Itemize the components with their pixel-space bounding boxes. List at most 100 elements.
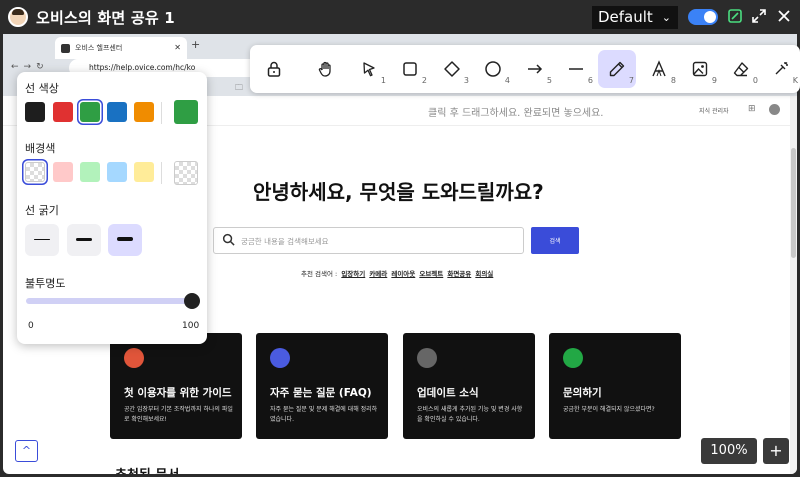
divider [161,102,162,124]
card-contact[interactable]: 문의하기 궁금한 부분이 해결되지 않으셨다면? [549,333,681,439]
stroke-width-thin[interactable] [25,224,59,256]
chevron-down-icon: ⌄ [661,11,671,24]
search-box[interactable] [213,227,524,254]
keyword-link[interactable]: 레이아웃 [391,270,415,278]
keyword-link[interactable]: 카메라 [369,270,387,278]
zoom-in-button[interactable]: + [763,438,789,464]
opacity-min: 0 [28,321,34,331]
width-label: 선 굵기 [25,204,59,217]
arrow-icon [528,64,543,74]
line-icon [569,68,583,70]
card-title: 문의하기 [563,387,602,399]
scrollbar-thumb[interactable] [791,148,796,258]
stroke-width-medium[interactable] [67,224,101,256]
keyword-link[interactable]: 입장하기 [341,270,365,278]
stroke-swatch-green[interactable] [80,102,100,122]
preset-dropdown[interactable]: Default ⌄ [592,6,678,29]
stroke-swatch-black[interactable] [25,102,45,122]
window-title: 오비스의 화면 공유 1 [36,9,175,27]
news-icon [417,348,437,368]
search-button[interactable]: 검색 [531,227,579,254]
keyword-link[interactable]: 오브젝트 [419,270,443,278]
tool-eraser[interactable]: 0 [722,50,760,88]
tool-pencil[interactable]: 7 [598,50,636,88]
image-icon [692,61,708,77]
hand-icon [318,61,331,77]
search-input[interactable] [241,232,511,250]
tool-diamond[interactable]: 3 [433,50,471,88]
card-desc: 공간 입장부터 기본 조작법까지 하나의 파일로 확인해보세요! [124,406,233,423]
tool-laser[interactable]: K [762,50,800,88]
tool-rectangle[interactable]: 2 [391,50,429,88]
tool-line[interactable]: 6 [557,50,595,88]
tool-arrow[interactable]: 5 [516,50,554,88]
lightbulb-icon [270,348,290,368]
bg-swatch-blue[interactable] [107,162,127,182]
card-desc: 자주 묻는 질문 및 문제 해결에 대해 정리하였습니다. [270,406,378,423]
bg-swatch-yellow[interactable] [134,162,154,182]
popular-label: 추천 검색어 : [301,270,338,278]
url-text: https://help.ovice.com/hc/ko [89,63,196,72]
opacity-max: 100 [182,321,200,331]
section-title: 추천된 문서 [115,464,179,474]
ellipse-icon [485,61,501,77]
pencil-icon [609,61,625,77]
tool-image[interactable]: 9 [681,50,719,88]
opacity-slider[interactable] [26,293,200,309]
divider [161,162,162,184]
bg-swatch-green[interactable] [80,162,100,182]
stroke-width-thick[interactable] [108,224,142,256]
stroke-swatch-blue[interactable] [107,102,127,122]
bg-swatch-pink[interactable] [53,162,73,182]
card-title: 첫 이용자를 위한 가이드 [124,387,232,399]
scrollbar[interactable] [790,96,797,474]
share-toggle[interactable] [688,9,718,25]
tab-title: 오비스 헬프센터 [75,44,123,52]
tool-hand[interactable] [307,50,345,88]
stroke-current-color[interactable] [174,100,198,124]
tool-ellipse[interactable]: 4 [474,50,512,88]
eraser-icon [733,62,749,77]
scroll-up-button[interactable]: ^ [15,440,38,462]
user-icon[interactable] [769,104,780,115]
nav-buttons-icon[interactable]: ←→↻ [11,62,49,72]
close-icon[interactable] [775,8,793,26]
preset-label: Default [598,8,653,26]
style-panel: 선 색상 배경색 선 굵기 불투명도 0 100 [17,72,207,344]
card-updates[interactable]: 업데이트 소식 오비스의 새롭게 추가된 기능 및 변경 사항을 확인하실 수 … [403,333,535,439]
stroke-swatch-red[interactable] [53,102,73,122]
popular-searches: 추천 검색어 : 입장하기 카메라 레이아웃 오브젝트 화면공유 회의실 [301,268,493,278]
keyword-link[interactable]: 회의실 [475,270,493,278]
window-titlebar: 오비스의 화면 공유 1 Default ⌄ [0,0,800,34]
bg-current-color[interactable] [174,161,198,185]
bg-swatch-transparent[interactable] [25,162,45,182]
tool-select[interactable]: 1 [350,50,388,88]
search-icon [222,233,235,246]
text-icon [652,60,666,77]
card-faq[interactable]: 자주 묻는 질문 (FAQ) 자주 묻는 질문 및 문제 해결에 대해 정리하였… [256,333,388,439]
user-avatar [8,7,28,27]
page-title: 안녕하세요, 무엇을 도와드릴까요? [253,180,544,204]
opacity-label: 불투명도 [25,277,66,290]
new-tab-icon[interactable]: + [191,38,200,51]
tool-lock[interactable] [255,50,293,88]
admin-link[interactable]: 지식 관리자 [699,106,729,115]
browser-tab[interactable]: 오비스 헬프센터 ✕ [55,37,187,59]
tab-close-icon[interactable]: ✕ [174,37,181,59]
bookmark-folder-icon[interactable]: 🗀 [235,82,243,96]
laptop-icon [124,348,144,368]
edit-icon[interactable] [726,8,744,26]
keyword-link[interactable]: 화면공유 [447,270,471,278]
card-guide[interactable]: 첫 이용자를 위한 가이드 공간 입장부터 기본 조작법까지 하나의 파일로 확… [110,333,242,439]
zoom-level[interactable]: 100% [701,438,757,464]
rectangle-icon [403,62,417,76]
chat-icon [563,348,583,368]
card-title: 자주 묻는 질문 (FAQ) [270,387,372,399]
fullscreen-icon[interactable] [750,8,768,26]
opacity-slider-handle[interactable] [184,293,200,309]
cursor-icon [363,62,375,77]
grid-icon[interactable]: ⊞ [748,104,756,114]
stroke-swatch-orange[interactable] [134,102,154,122]
drawing-toolbar: 1 2 3 4 5 6 7 8 9 0 K [250,45,800,93]
tool-text[interactable]: 8 [640,50,678,88]
